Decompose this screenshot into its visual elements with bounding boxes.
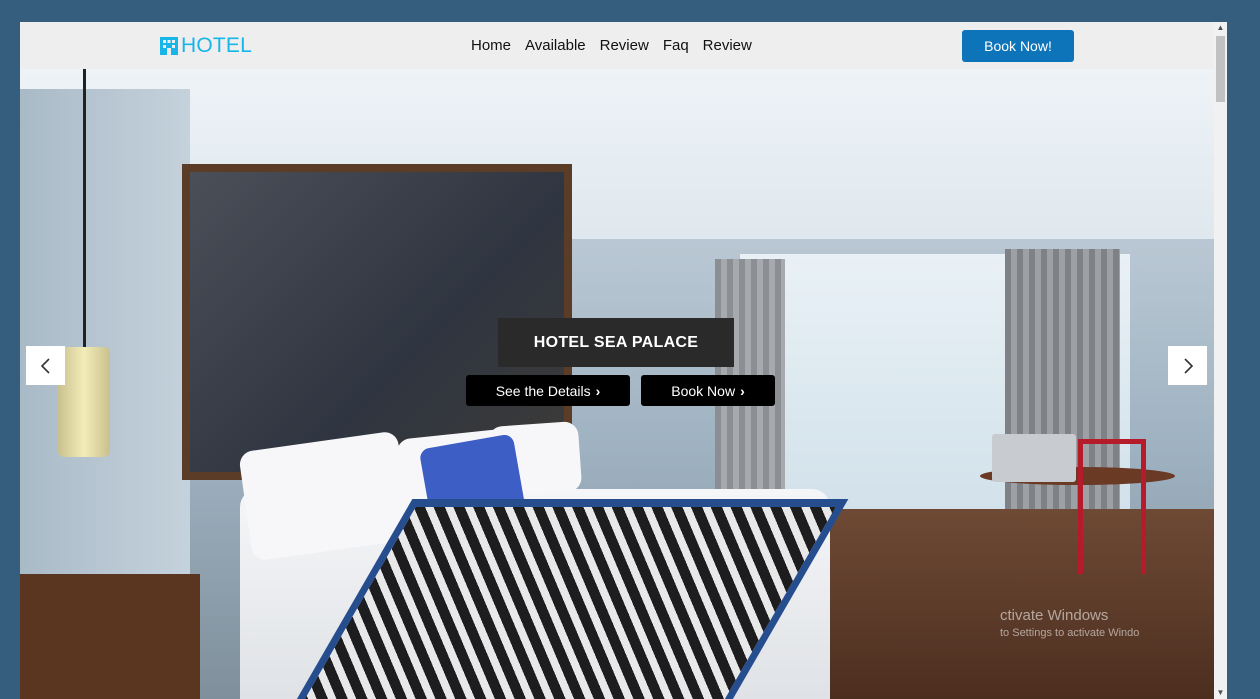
photo-lamp	[58, 347, 110, 457]
photo-red-chair	[1078, 439, 1146, 574]
see-details-button[interactable]: See the Details ›	[466, 375, 630, 406]
watermark-line1: ctivate Windows	[1000, 607, 1109, 624]
photo-pillow	[238, 430, 412, 562]
nav-link-available[interactable]: Available	[525, 37, 586, 54]
browser-page: HOTEL Home Available Review Faq Review B…	[20, 22, 1227, 699]
carousel-next-button[interactable]	[1168, 346, 1207, 385]
nav-link-home[interactable]: Home	[471, 37, 511, 54]
scroll-up-arrow[interactable]: ▲	[1214, 22, 1227, 34]
chevron-right-icon: ›	[595, 382, 601, 399]
book-now-hero-button[interactable]: Book Now ›	[641, 375, 775, 406]
see-details-label: See the Details	[495, 382, 591, 399]
activate-windows-watermark: ctivate Windows to Settings to activate …	[1000, 607, 1139, 639]
nav-links: Home Available Review Faq Review	[471, 37, 766, 54]
vertical-scrollbar[interactable]: ▲ ▼	[1214, 22, 1227, 699]
nav-link-faq[interactable]: Faq	[663, 37, 689, 54]
book-now-nav-button[interactable]: Book Now!	[962, 30, 1074, 62]
scroll-thumb[interactable]	[1216, 36, 1225, 102]
chevron-left-icon	[40, 357, 50, 374]
scroll-down-arrow[interactable]: ▼	[1214, 687, 1227, 699]
photo-laptop	[992, 434, 1076, 482]
photo-nightstand	[20, 574, 200, 699]
nav-link-review-2[interactable]: Review	[703, 37, 752, 54]
carousel-prev-button[interactable]	[26, 346, 65, 385]
hero-carousel: HOTEL SEA PALACE See the Details › Book …	[20, 69, 1214, 699]
navbar: HOTEL Home Available Review Faq Review B…	[20, 22, 1214, 70]
photo-lamp-cord	[83, 69, 86, 349]
hero-title: HOTEL SEA PALACE	[498, 318, 734, 367]
chevron-right-icon	[1183, 357, 1193, 374]
brand-name: HOTEL	[181, 34, 253, 57]
book-now-label: Book Now	[671, 382, 736, 399]
brand-logo[interactable]: HOTEL	[159, 34, 252, 58]
nav-link-review[interactable]: Review	[600, 37, 649, 54]
hotel-building-icon	[160, 37, 178, 55]
watermark-line2: to Settings to activate Windo	[1000, 627, 1140, 639]
chevron-right-icon: ›	[740, 382, 745, 399]
